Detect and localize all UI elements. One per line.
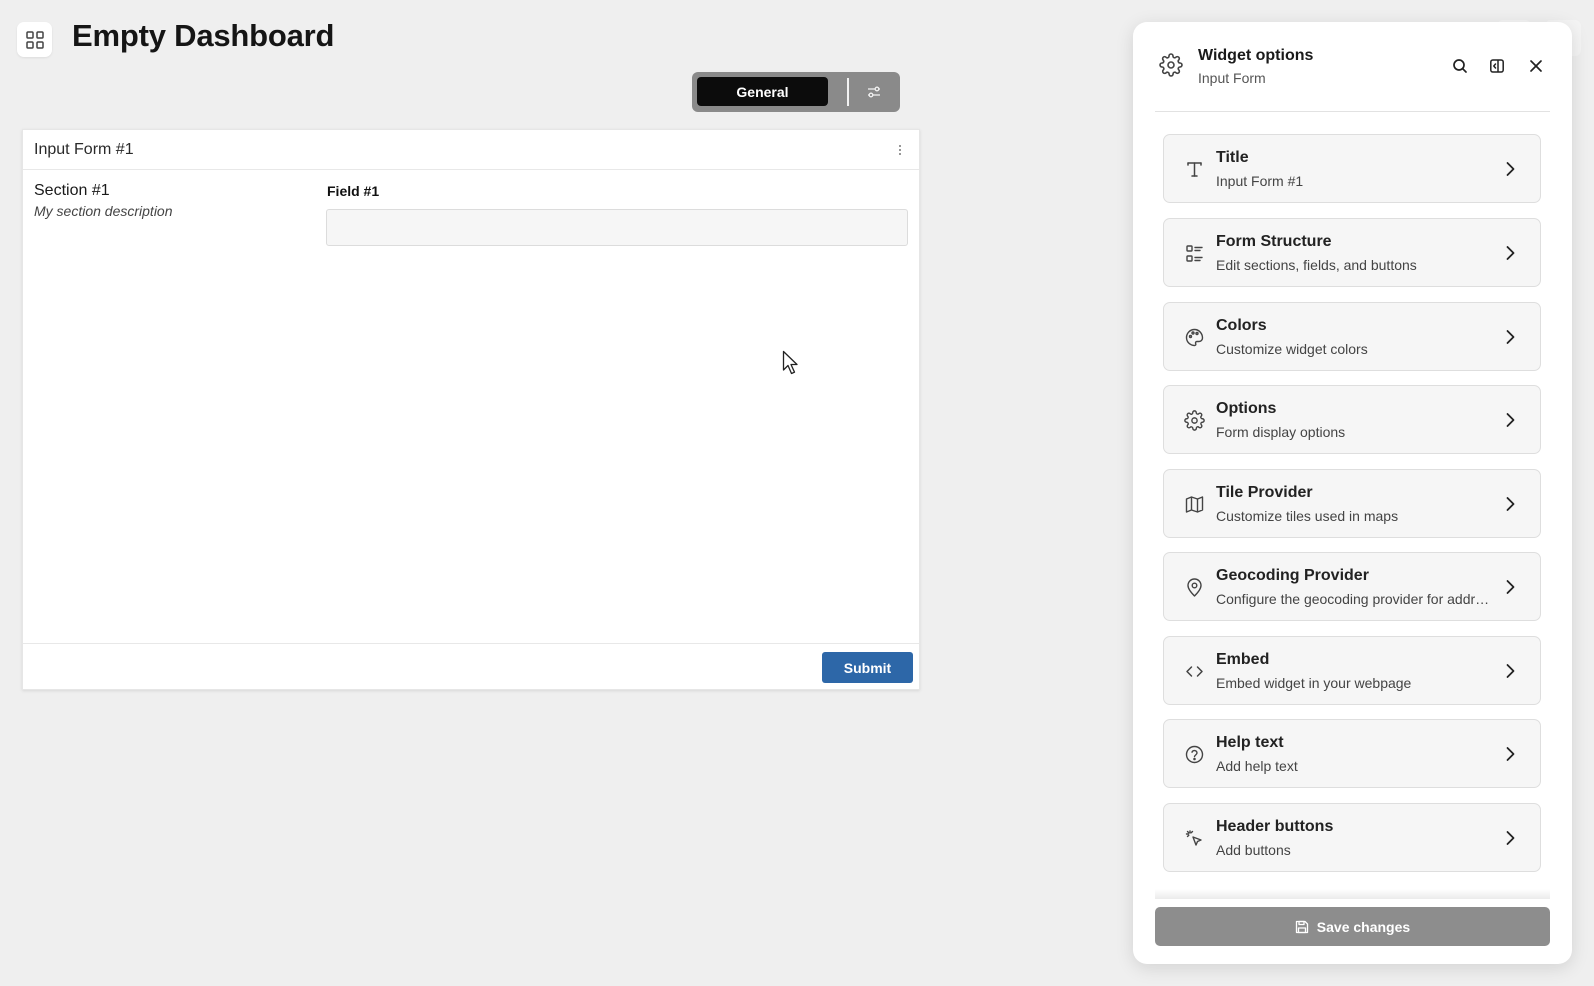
close-icon <box>1530 60 1542 72</box>
option-tile-provider[interactable]: Tile Provider Customize tiles used in ma… <box>1163 469 1541 538</box>
option-description: Input Form #1 <box>1216 173 1304 189</box>
page-title: Empty Dashboard <box>72 18 335 53</box>
options-list: Title Input Form #1 Form Structure Edit … <box>1155 112 1550 899</box>
close-panel-button[interactable] <box>1525 55 1547 77</box>
map-icon <box>1185 496 1204 513</box>
option-label: Form Structure <box>1216 233 1332 250</box>
dock-icon <box>1490 59 1504 73</box>
chevron-right-icon <box>1506 330 1515 344</box>
section-title: Section #1 <box>34 182 110 199</box>
option-help-text[interactable]: Help text Add help text <box>1163 719 1541 788</box>
option-description: Add help text <box>1216 758 1298 774</box>
field-label: Field #1 <box>327 183 380 199</box>
option-label: Options <box>1216 400 1277 417</box>
save-changes-label: Save changes <box>1316 918 1411 935</box>
pointer-click-icon <box>1185 830 1202 846</box>
submit-button[interactable]: Submit <box>822 652 913 683</box>
sliders-icon <box>868 86 880 98</box>
option-embed[interactable]: Embed Embed widget in your webpage <box>1163 636 1541 705</box>
help-circle-icon <box>1185 745 1204 764</box>
option-form-structure[interactable]: Form Structure Edit sections, fields, an… <box>1163 218 1541 287</box>
option-title[interactable]: Title Input Form #1 <box>1163 134 1541 203</box>
palette-icon <box>1185 328 1204 347</box>
widget-options-panel: Widget options Input Form Title Input Fo… <box>1133 22 1572 964</box>
widget-header: Input Form #1 <box>23 130 919 170</box>
option-colors[interactable]: Colors Customize widget colors <box>1163 302 1541 371</box>
general-mode-button[interactable]: General <box>697 77 828 106</box>
option-description: Customize tiles used in maps <box>1216 508 1399 524</box>
text-icon <box>1187 162 1202 177</box>
search-button[interactable] <box>1449 55 1471 77</box>
chevron-right-icon <box>1506 497 1515 511</box>
option-options[interactable]: Options Form display options <box>1163 385 1541 454</box>
chevron-right-icon <box>1506 664 1515 678</box>
option-description: Add buttons <box>1216 842 1291 858</box>
mode-divider <box>847 78 849 106</box>
chevron-right-icon <box>1506 831 1515 845</box>
option-label: Colors <box>1216 317 1267 334</box>
chevron-right-icon <box>1506 246 1515 260</box>
gear-icon <box>1159 53 1183 77</box>
dock-panel-button[interactable] <box>1486 55 1508 77</box>
apps-button[interactable] <box>17 22 52 57</box>
option-label: Header buttons <box>1216 818 1334 835</box>
option-label: Embed <box>1216 651 1270 668</box>
chevron-right-icon <box>1506 747 1515 761</box>
field-input[interactable] <box>326 209 908 246</box>
grid-icon <box>25 30 44 49</box>
input-form-widget: Input Form #1 Section #1 My section desc… <box>22 129 920 690</box>
option-label: Help text <box>1216 734 1284 751</box>
section-description: My section description <box>34 203 173 219</box>
gear-icon <box>1184 410 1205 431</box>
save-icon <box>1295 920 1308 933</box>
option-label: Tile Provider <box>1216 484 1313 501</box>
mode-toggle: General <box>692 72 900 112</box>
option-description: Embed widget in your webpage <box>1216 675 1412 691</box>
widget-title: Input Form #1 <box>34 141 134 158</box>
map-pin-icon <box>1187 578 1202 597</box>
panel-subtitle: Input Form <box>1198 70 1266 86</box>
settings-mode-button[interactable] <box>857 78 891 106</box>
option-description: Form display options <box>1216 424 1346 440</box>
panel-header: Widget options Input Form <box>1133 22 1572 112</box>
chevron-right-icon <box>1506 162 1515 176</box>
search-icon <box>1453 59 1467 73</box>
mouse-cursor-icon <box>782 350 798 375</box>
option-description: Edit sections, fields, and buttons <box>1216 257 1417 273</box>
code-icon <box>1186 666 1203 677</box>
option-geocoding-provider[interactable]: Geocoding Provider Configure the geocodi… <box>1163 552 1541 621</box>
chevron-right-icon <box>1506 413 1515 427</box>
option-label: Geocoding Provider <box>1216 567 1369 584</box>
option-label: Title <box>1216 149 1249 166</box>
widget-footer: Submit <box>23 643 919 689</box>
option-header-buttons[interactable]: Header buttons Add buttons <box>1163 803 1541 872</box>
option-description: Configure the geocoding provider for add… <box>1216 591 1491 607</box>
more-vertical-icon[interactable] <box>893 142 907 158</box>
chevron-right-icon <box>1506 580 1515 594</box>
option-description: Customize widget colors <box>1216 341 1368 357</box>
panel-title: Widget options <box>1198 47 1314 64</box>
scroll-fade <box>1155 889 1550 899</box>
list-icon <box>1186 245 1203 262</box>
save-changes-button[interactable]: Save changes <box>1155 907 1550 946</box>
